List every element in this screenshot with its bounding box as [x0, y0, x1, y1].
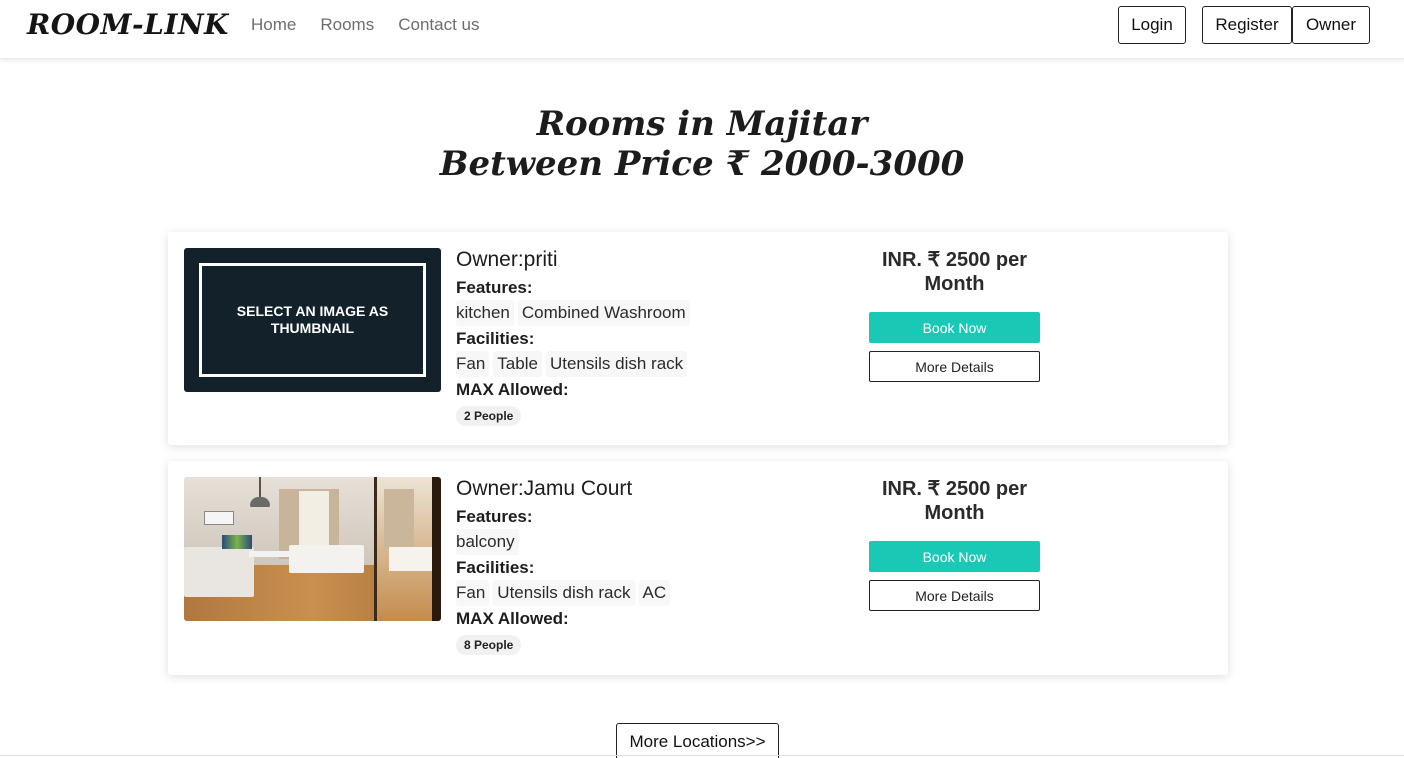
room-info: Owner:priti Features: kitchen Combined W…	[456, 246, 856, 426]
max-people-badge: 8 People	[456, 635, 522, 655]
features-label: Features:	[456, 278, 533, 297]
nav-link-contact[interactable]: Contact us	[398, 15, 479, 35]
max-allowed-label: MAX Allowed:	[456, 380, 569, 399]
room-price: INR. ₹ 2500 per Month	[881, 478, 1027, 524]
brand-logo[interactable]: ROOM-LINK	[27, 8, 229, 41]
more-details-button[interactable]: More Details	[869, 351, 1040, 382]
facilities-list: Fan Table Utensils dish rack	[456, 351, 856, 377]
features-list: balcony	[456, 529, 856, 555]
page-title-price-range: Between Price ₹ 2000-3000	[439, 144, 965, 184]
feature-tag: Combined Washroom	[517, 300, 690, 326]
room-owner: Owner:Jamu Court	[456, 477, 633, 500]
feature-tag: balcony	[456, 529, 519, 555]
facilities-label: Facilities:	[456, 558, 535, 577]
nav-link-home[interactable]: Home	[251, 15, 296, 35]
thumbnail-placeholder-text: SELECT AN IMAGE AS THUMBNAIL	[236, 303, 389, 336]
facility-tag: Fan	[456, 580, 490, 606]
facility-tag: Fan	[456, 351, 490, 377]
feature-tag: kitchen	[456, 300, 514, 326]
login-button[interactable]: Login	[1118, 6, 1186, 44]
price-box: INR. ₹ 2500 per Month Book Now More Deta…	[869, 477, 1040, 611]
facilities-list: Fan Utensils dish rack AC	[456, 580, 856, 606]
nav-link-rooms[interactable]: Rooms	[320, 15, 374, 35]
page-title: Rooms in Majitar Between Price ₹ 2000-30…	[0, 104, 1404, 184]
nav-links: Home Rooms Contact us	[251, 15, 503, 35]
book-now-button[interactable]: Book Now	[869, 312, 1040, 343]
facility-tag: Utensils dish rack	[545, 351, 688, 377]
more-locations-button[interactable]: More Locations>>	[616, 723, 779, 758]
room-card: Owner:Jamu Court Features: balcony Facil…	[168, 461, 1228, 675]
register-button[interactable]: Register	[1202, 6, 1292, 44]
room-price: INR. ₹ 2500 per Month	[881, 249, 1027, 295]
facilities-label: Facilities:	[456, 329, 535, 348]
room-photo	[184, 477, 441, 621]
max-people-badge: 2 People	[456, 406, 522, 426]
room-card: SELECT AN IMAGE AS THUMBNAIL Owner:priti…	[168, 232, 1228, 445]
room-owner: Owner:priti	[456, 248, 558, 271]
more-details-button[interactable]: More Details	[869, 580, 1040, 611]
facility-tag: AC	[638, 580, 671, 606]
price-box: INR. ₹ 2500 per Month Book Now More Deta…	[869, 248, 1040, 382]
book-now-button[interactable]: Book Now	[869, 541, 1040, 572]
page-divider	[0, 755, 1404, 756]
features-label: Features:	[456, 507, 533, 526]
owner-button[interactable]: Owner	[1292, 6, 1370, 44]
max-allowed-label: MAX Allowed:	[456, 609, 569, 628]
features-list: kitchen Combined Washroom	[456, 300, 856, 326]
facility-tag: Utensils dish rack	[493, 580, 635, 606]
facility-tag: Table	[493, 351, 542, 377]
room-thumbnail-placeholder: SELECT AN IMAGE AS THUMBNAIL	[184, 248, 441, 392]
page-title-location: Rooms in Majitar	[536, 104, 868, 144]
room-info: Owner:Jamu Court Features: balcony Facil…	[456, 475, 856, 655]
navbar: ROOM-LINK Home Rooms Contact us Login Re…	[0, 0, 1404, 59]
